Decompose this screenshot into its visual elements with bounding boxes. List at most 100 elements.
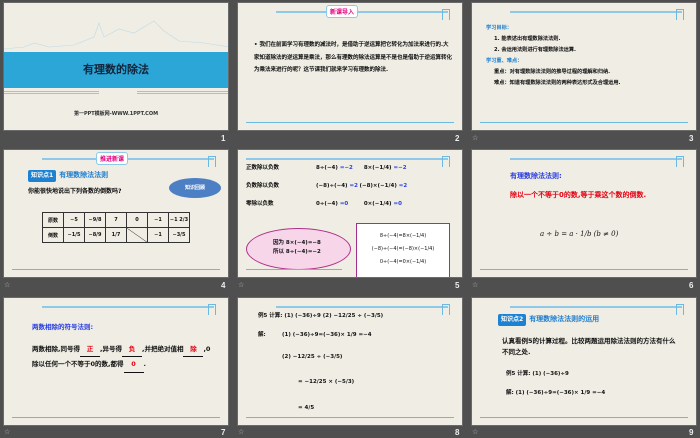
slide-thumbnail-9[interactable]: 知识点2 有理数除法法则的运用 认真看例5的计算过程。比较两题运用除法法则的方法有…: [471, 297, 697, 426]
slide-number: 4: [221, 281, 226, 290]
slide-number: 2: [455, 134, 460, 143]
table-cell: −9/8: [84, 212, 106, 228]
table-cell: 倒数: [42, 227, 64, 243]
solution-step: = −12/25 × (−5/3): [298, 379, 355, 385]
table-cell: −5: [63, 212, 85, 228]
equation-box: 8÷(−4)=8×(−1/4) (−8)÷(−4)=(−8)×(−1/4) 0÷…: [356, 223, 450, 277]
equation: 0÷(−4)=0×(−1/4): [379, 259, 427, 265]
decor-line: [246, 416, 454, 418]
decor-line: [510, 158, 682, 160]
division-expr: 8÷(−4): [316, 165, 338, 171]
case-label: 负数除以负数: [246, 183, 280, 189]
thought-cloud: 因为 8×(−4)=−8 所以 8÷(−4)=−2: [246, 228, 351, 270]
slide-thumbnail-4[interactable]: 推进新课 知识点1 有理数除法法则 你能很快地说出下列各数的倒数吗? 知识回顾 原…: [3, 149, 229, 278]
decor-line: [246, 268, 342, 270]
division-expr: 0÷(−4): [316, 201, 338, 207]
section-tag: 新课导入: [326, 5, 359, 18]
decor-line: [480, 268, 688, 270]
result: =2: [398, 183, 408, 189]
table-cell: −3/5: [168, 227, 190, 243]
slide-number: 6: [689, 281, 694, 290]
intro-bullet: • 我们在前面学习有理数的减法时，是借助于逆运算把它转化为加法来进行的.大家知道…: [254, 39, 454, 77]
solution-step: (1) (−36)÷9=(−36)× 1/9 =−4: [282, 332, 372, 338]
table-cell: −8/9: [84, 227, 106, 243]
table-cell-empty: [126, 227, 148, 243]
slide-thumbnail-1[interactable]: 有理数的除法 第一PPT模板网-WWW.1PPT.COM: [3, 2, 229, 131]
objectives: 学习目标： 1. 能表述出有理数除法法则. 2. 会运用法则进行有理数除法运算.…: [486, 23, 691, 89]
answer-blank: 负: [121, 342, 142, 358]
key-point: 重点：对有理数除法法则的推导过程的理解和归纳.: [494, 68, 611, 75]
knowledge-title: 有理数除法法则的运用: [529, 315, 600, 323]
solution-step: (2) −12/25 ÷ (−3/5): [282, 354, 343, 360]
animation-icon: ☆: [238, 281, 245, 289]
result: =0: [393, 201, 402, 207]
section-tag: 推进新课: [96, 152, 129, 165]
text: 两数相除,同号得: [32, 345, 80, 353]
rule-title: 有理数除法法则:: [510, 172, 562, 180]
decor-line: [12, 416, 220, 418]
knowledge-tag: 知识点2: [498, 314, 527, 326]
multiplication-expr: 8×(−1/4): [363, 165, 392, 171]
slide-number: 5: [455, 281, 460, 290]
case-label: 正数除以负数: [246, 165, 280, 171]
result: =−2: [339, 165, 353, 171]
decor-line: [12, 268, 220, 270]
slide-thumbnail-3[interactable]: 学习目标： 1. 能表述出有理数除法法则. 2. 会运用法则进行有理数除法运算.…: [471, 2, 697, 131]
case-label: 零除以负数: [246, 201, 274, 207]
example-heading: 例5 计算: (1) (−36)÷9: [506, 371, 569, 377]
decor-box: [442, 304, 450, 315]
slide-thumbnail-8[interactable]: 例5 计算: (1) (−36)÷9 (2) −12/25 ÷ (−3/5) 解…: [237, 297, 463, 426]
decor-line: [42, 306, 214, 308]
example-heading: 例5 计算: (1) (−36)÷9 (2) −12/25 ÷ (−3/5): [258, 313, 384, 319]
division-expr: (−8)÷(−4): [316, 183, 348, 189]
slide-title: 有理数的除法: [83, 63, 149, 76]
skyline-decoration: [4, 20, 228, 50]
rule-line: 零除以负数 0÷(−4) =0 0×(−1/4) =0: [246, 200, 402, 209]
slide-thumbnail-7[interactable]: 两数相除的符号法则: 两数相除,同号得正 ,异号得负 ,并把绝对值相除 ,0除以任何一…: [3, 297, 229, 426]
slide-thumbnail-2[interactable]: 新课导入 • 我们在前面学习有理数的减法时，是借助于逆运算把它转化为加法来进行的…: [237, 2, 463, 131]
knowledge-title: 有理数除法法则: [59, 171, 109, 179]
sign-rule-title: 两数相除的符号法则:: [32, 323, 94, 331]
decor-line: [480, 121, 688, 123]
solution-label: 解:: [258, 332, 266, 338]
table-cell: −1/5: [63, 227, 85, 243]
knowledge-point-heading: 知识点1 有理数除法法则: [28, 170, 108, 182]
table-cell: 1/7: [105, 227, 127, 243]
table-cell: 原数: [42, 212, 64, 228]
slide-number: 9: [689, 428, 694, 437]
slide-thumbnail-5[interactable]: 正数除以负数 8÷(−4) =−2 8×(−1/4) =−2 负数除以负数 (−8)÷…: [237, 149, 463, 278]
decor-line: [276, 11, 448, 13]
slide-thumbnail-6[interactable]: 有理数除法法则: 除以一个不等于0的数,等于乘这个数的倒数. a ÷ b = a…: [471, 149, 697, 278]
intro-text: 我们在前面学习有理数的减法时，是借助于逆运算把它转化为加法来进行的.大家知道除法…: [254, 42, 453, 74]
difficult-point: 难点：知道有理数除法法则的两种表达形式及合理运用.: [494, 79, 621, 86]
goal-item: 1. 能表述出有理数除法法则.: [494, 35, 561, 42]
result: =0: [339, 201, 349, 207]
decor-line: [276, 306, 448, 308]
sign-rule-text: 两数相除,同号得正 ,异号得负 ,并把绝对值相除 ,0除以任何一个不等于0的数,都得 0…: [32, 342, 212, 373]
table-cell: 0: [126, 212, 148, 228]
cloud-line: 因为 8×(−4)=−8: [273, 240, 321, 246]
question: 你能很快地说出下列各数的倒数吗?: [28, 188, 122, 195]
answer-blank: 0: [123, 357, 144, 373]
slide-number: 1: [221, 134, 226, 143]
equation: (−8)÷(−4)=(−8)×(−1/4): [371, 246, 435, 252]
answer-blank: 正: [79, 342, 100, 358]
decor-box: [676, 156, 684, 167]
answer-blank: 除: [183, 342, 204, 358]
result: =−2: [393, 165, 407, 171]
knowledge-tag: 知识点1: [28, 170, 57, 182]
instruction-text: 认真看例5的计算过程。比较两题运用除法法则的方法有什么不同之处.: [502, 337, 676, 357]
decor-box: [208, 156, 216, 167]
decor-box: [676, 9, 684, 20]
slide-subtitle: 第一PPT模板网-WWW.1PPT.COM: [73, 111, 159, 117]
result: =2: [349, 183, 358, 189]
decor-box: [676, 304, 684, 315]
rule-line: 正数除以负数 8÷(−4) =−2 8×(−1/4) =−2: [246, 164, 407, 173]
multiplication-expr: 0×(−1/4): [363, 201, 392, 207]
multiplication-expr: (−8)×(−1/4): [359, 183, 397, 189]
key-title: 学习重、难点：: [486, 57, 523, 64]
decor-line: [137, 91, 228, 94]
decor-box: [208, 304, 216, 315]
decor-box: [442, 9, 450, 20]
text: ,并把绝对值相: [141, 345, 184, 353]
